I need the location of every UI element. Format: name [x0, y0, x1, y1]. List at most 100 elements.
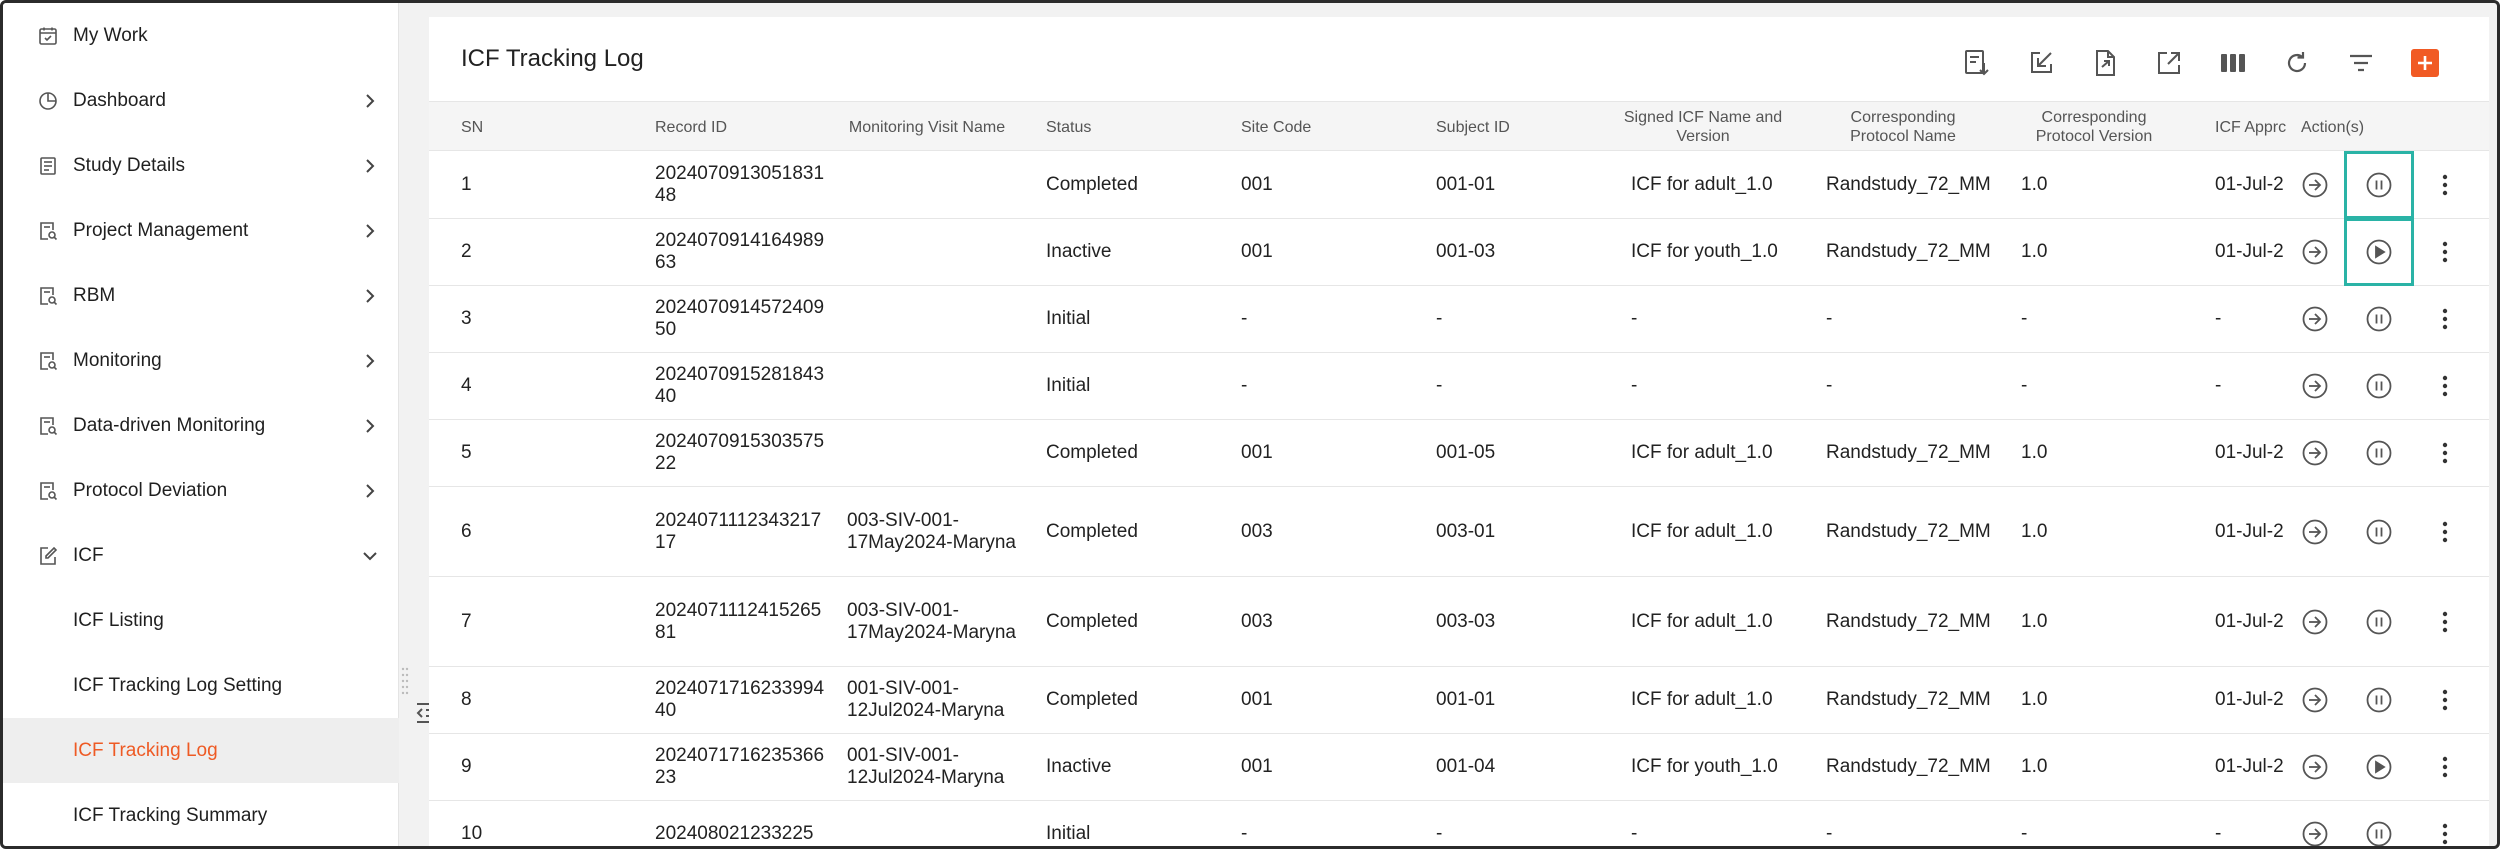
open-record-icon[interactable]: [2295, 152, 2335, 218]
deactivate-icon[interactable]: [2359, 353, 2399, 419]
cell-site-code: 001: [1241, 689, 1273, 710]
table-row[interactable]: 1 202407091305183148 Completed 001 001-01 ICF…: [429, 151, 2489, 219]
deactivate-icon[interactable]: [2359, 577, 2399, 666]
open-record-icon[interactable]: [2295, 577, 2335, 666]
open-record-icon[interactable]: [2295, 801, 2335, 846]
highlight-box: [2344, 218, 2414, 286]
cell-subject-id: 001-05: [1436, 442, 1496, 463]
cell-site-code: 001: [1241, 442, 1273, 463]
more-options-icon[interactable]: [2425, 667, 2465, 733]
sidebar-item-label: My Work: [73, 24, 148, 46]
sidebar-item-rbm[interactable]: RBM: [3, 263, 399, 328]
table-row[interactable]: 7 202407111241526581 003-SIV-001-17May2024…: [429, 577, 2489, 667]
sidebar-item-label: ICF: [73, 544, 104, 566]
resize-handle[interactable]: [401, 663, 409, 703]
import-icon[interactable]: [2023, 45, 2059, 81]
more-options-icon[interactable]: [2425, 577, 2465, 666]
more-options-icon[interactable]: [2425, 219, 2465, 285]
deactivate-icon[interactable]: [2359, 487, 2399, 576]
export-file-icon[interactable]: [2087, 45, 2123, 81]
more-options-icon[interactable]: [2425, 420, 2465, 486]
header-protocol-version[interactable]: Corresponding Protocol Version: [2019, 102, 2169, 152]
table-row[interactable]: 10 202408021233225 Initial - - - - - -: [429, 801, 2489, 846]
cell-site-code: 001: [1241, 241, 1273, 262]
deactivate-icon[interactable]: [2359, 801, 2399, 846]
document-search-icon: [37, 415, 59, 437]
open-record-icon[interactable]: [2295, 487, 2335, 576]
cell-visit-name: [847, 152, 1017, 218]
header-protocol-name[interactable]: Corresponding Protocol Name: [1821, 102, 1985, 152]
sidebar-subitem-icf-tracking-log[interactable]: ICF Tracking Log: [3, 718, 399, 783]
header-record-id[interactable]: Record ID: [655, 102, 805, 152]
more-options-icon[interactable]: [2425, 801, 2465, 846]
sidebar-item-monitoring[interactable]: Monitoring: [3, 328, 399, 393]
cell-sn: 10: [461, 823, 483, 844]
cell-icf-approval: 01-Jul-2: [2215, 689, 2284, 710]
header-icf-name[interactable]: Signed ICF Name and Version: [1623, 102, 1783, 152]
table-row[interactable]: 5 202407091530357522 Completed 001 001-05 ICF…: [429, 420, 2489, 487]
table-row[interactable]: 3 202407091457240950 Initial - - - - - -: [429, 286, 2489, 353]
deactivate-icon[interactable]: [2359, 420, 2399, 486]
cell-status: Initial: [1046, 823, 1091, 844]
open-record-icon[interactable]: [2295, 219, 2335, 285]
open-external-icon[interactable]: [2151, 45, 2187, 81]
header-visit-name[interactable]: Monitoring Visit Name: [847, 102, 1007, 152]
deactivate-icon[interactable]: [2359, 667, 2399, 733]
cell-icf-name: ICF for youth_1.0: [1631, 756, 1778, 777]
sidebar-item-protocol-deviation[interactable]: Protocol Deviation: [3, 458, 399, 523]
cell-visit-name: 003-SIV-001-17May2024-Maryna: [847, 509, 1016, 553]
sidebar-item-data-driven-monitoring[interactable]: Data-driven Monitoring: [3, 393, 399, 458]
filter-icon[interactable]: [2343, 45, 2379, 81]
cell-record-id: 202407171623536623: [655, 745, 825, 788]
cell-icf-name: ICF for adult_1.0: [1631, 174, 1773, 195]
cell-icf-approval: 01-Jul-2: [2215, 442, 2284, 463]
cell-icf-name: -: [1631, 375, 1638, 396]
header-icf-approval[interactable]: ICF Apprc: [2215, 102, 2291, 152]
sidebar-item-study-details[interactable]: Study Details: [3, 133, 399, 198]
cell-protocol-name: Randstudy_72_MM: [1826, 756, 1991, 777]
sidebar-item-my-work[interactable]: My Work: [3, 3, 399, 68]
table-row[interactable]: 4 202407091528184340 Initial - - - - - -: [429, 353, 2489, 420]
document-search-icon: [37, 350, 59, 372]
cell-protocol-version: 1.0: [2021, 241, 2048, 262]
sidebar-subitem-icf-tracking-summary[interactable]: ICF Tracking Summary: [3, 783, 399, 846]
open-record-icon[interactable]: [2295, 667, 2335, 733]
cell-status: Completed: [1046, 520, 1138, 542]
download-list-icon[interactable]: [1959, 45, 1995, 81]
activate-icon[interactable]: [2359, 734, 2399, 800]
more-options-icon[interactable]: [2425, 487, 2465, 576]
more-options-icon[interactable]: [2425, 152, 2465, 218]
refresh-icon[interactable]: [2279, 45, 2315, 81]
header-status[interactable]: Status: [1046, 102, 1166, 152]
header-subject-id[interactable]: Subject ID: [1436, 102, 1556, 152]
sidebar-item-icf[interactable]: ICF: [3, 523, 399, 588]
sidebar-subitem-icf-tracking-log-setting[interactable]: ICF Tracking Log Setting: [3, 653, 399, 718]
cell-sn: 5: [461, 442, 472, 463]
pie-chart-icon: [37, 90, 59, 112]
table-row[interactable]: 2 202407091416498963 Inactive 001 001-03 ICF …: [429, 218, 2489, 286]
header-site-code[interactable]: Site Code: [1241, 102, 1361, 152]
more-options-icon[interactable]: [2425, 734, 2465, 800]
more-options-icon[interactable]: [2425, 286, 2465, 352]
table-row[interactable]: 8 202407171623399440 001-SIV-001-12Jul2024…: [429, 667, 2489, 734]
more-options-icon[interactable]: [2425, 353, 2465, 419]
add-icon[interactable]: [2411, 49, 2439, 77]
cell-site-code: 001: [1241, 174, 1273, 195]
table-row[interactable]: 6 202407111234321717 003-SIV-001-17May2024…: [429, 487, 2489, 577]
open-record-icon[interactable]: [2295, 353, 2335, 419]
deactivate-icon[interactable]: [2359, 286, 2399, 352]
sidebar-item-dashboard[interactable]: Dashboard: [3, 68, 399, 133]
columns-icon[interactable]: [2215, 45, 2251, 81]
cell-visit-name: [847, 219, 1017, 285]
sidebar-subitem-icf-listing[interactable]: ICF Listing: [3, 588, 399, 653]
cell-protocol-version: 1.0: [2021, 610, 2048, 632]
sidebar-item-project-management[interactable]: Project Management: [3, 198, 399, 263]
cell-visit-name: [847, 286, 1017, 352]
cell-status: Inactive: [1046, 241, 1112, 262]
table-row[interactable]: 9 202407171623536623 001-SIV-001-12Jul2024…: [429, 734, 2489, 801]
open-record-icon[interactable]: [2295, 286, 2335, 352]
open-record-icon[interactable]: [2295, 734, 2335, 800]
document-search-icon: [37, 480, 59, 502]
open-record-icon[interactable]: [2295, 420, 2335, 486]
header-sn[interactable]: SN: [461, 102, 541, 152]
